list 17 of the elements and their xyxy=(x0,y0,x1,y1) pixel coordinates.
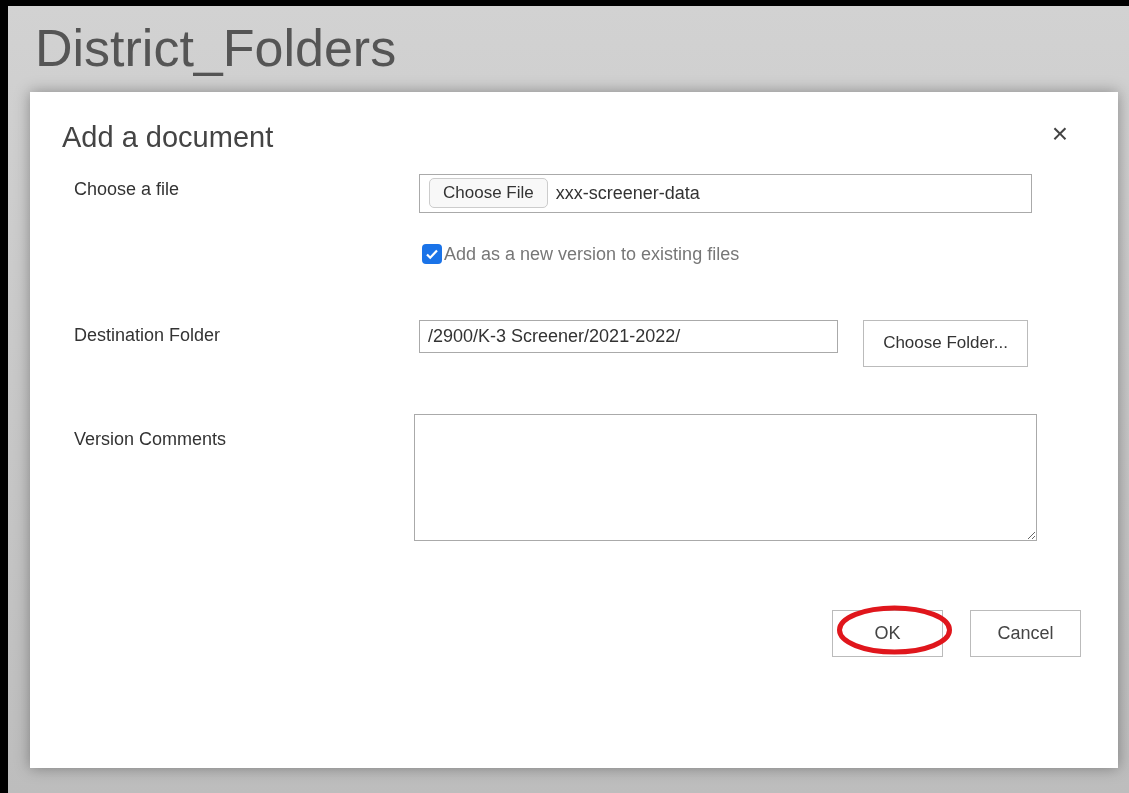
field-label: Version Comments xyxy=(74,427,228,451)
choose-folder-button[interactable]: Choose Folder... xyxy=(863,319,1028,367)
file-name: xxx-screener-data xyxy=(555,181,700,205)
dialog-title: Add a document xyxy=(62,120,274,155)
page-title: District_Folders xyxy=(35,18,398,78)
destination-field[interactable]: /2900/K-3 Screener/2021-2022/ xyxy=(419,319,838,353)
dialog-button[interactable]: OK xyxy=(832,609,943,657)
check-icon xyxy=(425,247,439,261)
comments-field[interactable] xyxy=(414,413,1037,541)
file-input[interactable]: Choose File xxx-screener-data xyxy=(419,173,1032,213)
field-label: Choose a file xyxy=(74,177,181,201)
choose-file-button[interactable]: Choose File xyxy=(429,178,548,208)
close-button[interactable]: × xyxy=(1051,120,1068,148)
checkbox[interactable] xyxy=(422,244,442,264)
field-label: Destination Folder xyxy=(74,323,222,347)
checkbox-label: Add as a new version to existing files xyxy=(444,242,740,266)
dialog-button[interactable]: Cancel xyxy=(970,609,1081,657)
